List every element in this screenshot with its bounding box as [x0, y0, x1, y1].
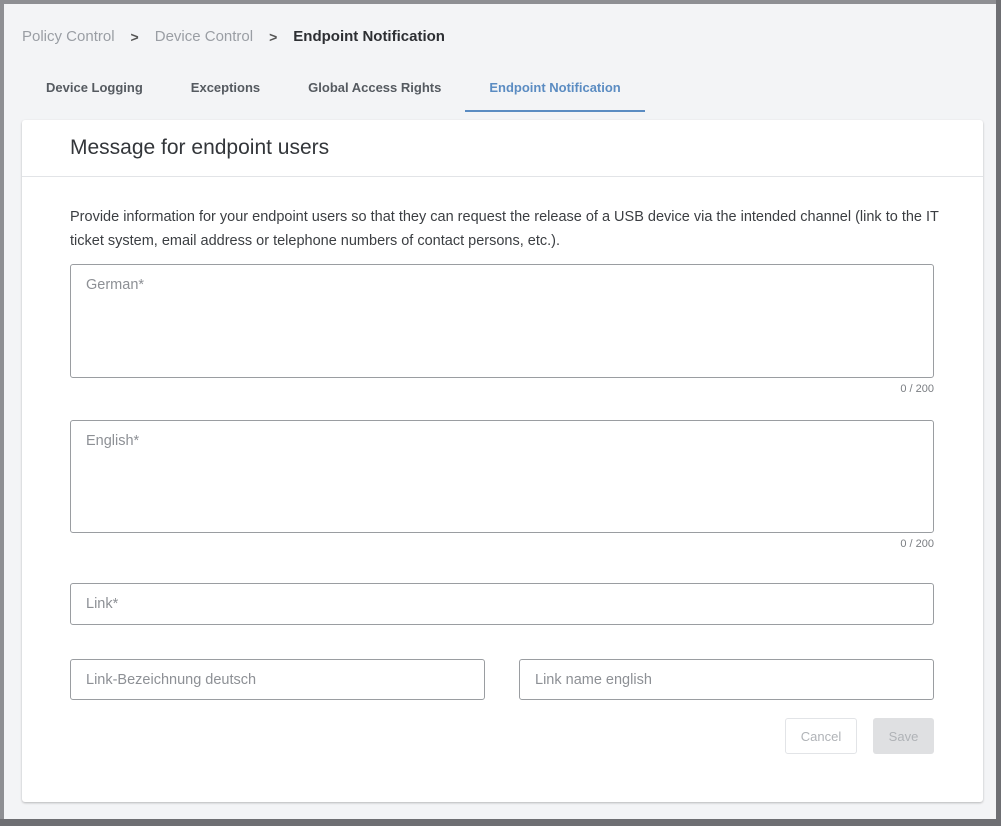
breadcrumb-policy-control[interactable]: Policy Control	[22, 28, 115, 45]
save-button[interactable]: Save	[873, 718, 934, 754]
tab-endpoint-notification[interactable]: Endpoint Notification	[465, 70, 645, 112]
english-textarea[interactable]	[71, 421, 933, 532]
link-name-de-container	[70, 659, 485, 700]
cancel-button[interactable]: Cancel	[785, 718, 857, 754]
chevron-right-icon: >	[130, 28, 139, 45]
german-char-counter: 0 / 200	[900, 383, 934, 395]
app-window: Policy Control > Device Control > Endpoi…	[4, 4, 996, 819]
link-input[interactable]	[71, 584, 933, 624]
link-field-container	[70, 583, 934, 625]
link-name-en-container	[519, 659, 934, 700]
card-description: Provide information for your endpoint us…	[70, 209, 939, 249]
tab-bar: Device Logging Exceptions Global Access …	[22, 70, 645, 112]
window-shadow-right	[996, 0, 1001, 826]
tab-global-access-rights[interactable]: Global Access Rights	[284, 70, 465, 112]
german-field-container	[70, 264, 934, 378]
tab-exceptions[interactable]: Exceptions	[167, 70, 284, 112]
tab-device-logging[interactable]: Device Logging	[22, 70, 167, 112]
message-card: Message for endpoint users Provide infor…	[22, 120, 983, 802]
german-textarea[interactable]	[71, 265, 933, 377]
chevron-right-icon: >	[269, 28, 278, 45]
window-shadow-bottom	[0, 819, 1001, 826]
breadcrumb-current: Endpoint Notification	[293, 28, 445, 45]
english-char-counter: 0 / 200	[900, 538, 934, 550]
link-name-de-input[interactable]	[71, 660, 484, 699]
breadcrumb: Policy Control > Device Control > Endpoi…	[22, 28, 445, 45]
card-title: Message for endpoint users	[22, 120, 983, 177]
english-field-container	[70, 420, 934, 533]
link-name-en-input[interactable]	[520, 660, 933, 699]
breadcrumb-device-control[interactable]: Device Control	[155, 28, 253, 45]
